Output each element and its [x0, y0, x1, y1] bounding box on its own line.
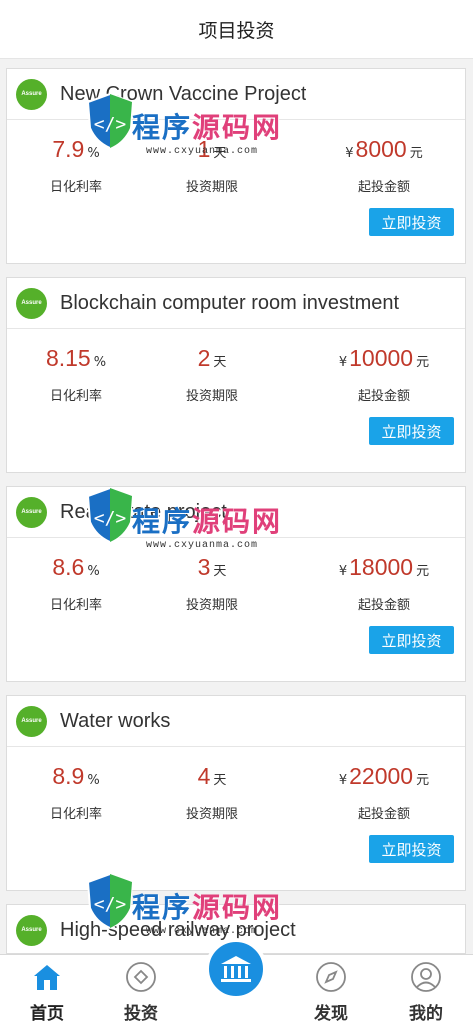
- rate-label: 日化利率: [49, 598, 102, 613]
- project-card-header: Assure Blockchain computer room investme…: [7, 278, 465, 329]
- amount-value: 10000: [349, 345, 414, 371]
- term-label: 投资期限: [185, 389, 238, 404]
- invest-now-button[interactable]: 立即投资: [369, 417, 454, 445]
- invest-now-button[interactable]: 立即投资: [369, 626, 454, 654]
- rate-label: 日化利率: [49, 389, 102, 404]
- amount-value: 8000: [355, 136, 407, 162]
- min-amount: ¥10000 元 起投金额: [309, 345, 459, 404]
- currency-symbol: ¥: [345, 146, 354, 161]
- amount-unit: 元: [416, 355, 430, 370]
- project-card-header: Assure Real estate project: [7, 487, 465, 538]
- currency-symbol: ¥: [338, 773, 348, 788]
- project-card[interactable]: Assure New Crown Vaccine Project 7.9% 日化…: [6, 68, 466, 264]
- amount-label: 起投金额: [357, 389, 410, 404]
- page-title: 项目投资: [198, 19, 275, 42]
- daily-rate: 8.6% 日化利率: [1, 554, 151, 613]
- tab-mine-label: 我的: [409, 1004, 443, 1024]
- tab-discover[interactable]: 发现: [284, 955, 378, 1025]
- amount-value: 22000: [349, 763, 414, 789]
- invest-term: 3天 投资期限: [137, 554, 287, 613]
- rate-unit: %: [87, 564, 100, 579]
- min-amount: ¥18000 元 起投金额: [309, 554, 459, 613]
- amount-value: 18000: [349, 554, 414, 580]
- compass-icon: [316, 962, 346, 992]
- term-value: 3: [197, 554, 211, 580]
- user-icon: [411, 962, 441, 992]
- term-unit: 天: [213, 564, 227, 579]
- tab-discover-label: 发现: [314, 1004, 348, 1024]
- rate-label: 日化利率: [49, 807, 102, 822]
- amount-unit: 元: [416, 564, 430, 579]
- home-icon: [34, 965, 60, 990]
- invest-term: 2天 投资期限: [137, 345, 287, 404]
- term-unit: 天: [213, 773, 227, 788]
- amount-label: 起投金额: [357, 598, 410, 613]
- invest-now-button[interactable]: 立即投资: [369, 208, 454, 236]
- center-bank-button[interactable]: [205, 938, 267, 1000]
- rate-value: 8.15: [45, 345, 91, 371]
- term-label: 投资期限: [185, 598, 238, 613]
- bank-icon: [221, 956, 251, 982]
- tab-home[interactable]: 首页: [0, 955, 94, 1025]
- diamond-circle-icon: [126, 962, 156, 992]
- term-unit: 天: [213, 355, 227, 370]
- currency-symbol: ¥: [338, 564, 348, 579]
- amount-label: 起投金额: [357, 180, 410, 195]
- term-value: 2: [197, 345, 211, 371]
- project-card[interactable]: Assure Water works 8.9% 日化利率 4天 投资期限 ¥22…: [6, 695, 466, 891]
- rate-unit: %: [87, 773, 100, 788]
- term-label: 投资期限: [185, 180, 238, 195]
- rate-value: 8.6: [52, 554, 85, 580]
- project-name: Water works: [60, 709, 171, 732]
- rate-value: 8.9: [52, 763, 85, 789]
- rate-unit: %: [93, 355, 107, 370]
- rate-value: 7.9: [52, 136, 85, 162]
- invest-now-button[interactable]: 立即投资: [369, 835, 454, 863]
- currency-symbol: ¥: [338, 355, 348, 370]
- rate-label: 日化利率: [49, 180, 102, 195]
- daily-rate: 8.15% 日化利率: [1, 345, 151, 404]
- assure-badge-icon: Assure: [16, 496, 47, 528]
- assure-badge-icon: Assure: [16, 287, 47, 319]
- tab-invest[interactable]: 投资: [94, 955, 188, 1025]
- tab-home-label: 首页: [30, 1004, 64, 1024]
- project-card[interactable]: Assure Blockchain computer room investme…: [6, 277, 466, 473]
- assure-badge-icon: Assure: [16, 78, 47, 110]
- tab-mine[interactable]: 我的: [379, 955, 473, 1025]
- term-unit: 天: [213, 146, 227, 161]
- project-name: Real estate project: [60, 500, 227, 523]
- project-name: High-speed railway project: [60, 918, 296, 941]
- amount-unit: 元: [416, 773, 430, 788]
- assure-badge-icon: Assure: [16, 914, 47, 946]
- term-value: 1: [197, 136, 211, 162]
- project-card-header: Assure New Crown Vaccine Project: [7, 69, 465, 120]
- project-card[interactable]: Assure Real estate project 8.6% 日化利率 3天 …: [6, 486, 466, 682]
- project-name: New Crown Vaccine Project: [60, 82, 307, 105]
- min-amount: ¥8000 元 起投金额: [309, 136, 459, 195]
- project-name: Blockchain computer room investment: [60, 291, 400, 314]
- amount-unit: 元: [409, 146, 423, 161]
- tab-invest-label: 投资: [124, 1004, 158, 1024]
- amount-label: 起投金额: [357, 807, 410, 822]
- invest-term: 1天 投资期限: [137, 136, 287, 195]
- daily-rate: 7.9% 日化利率: [1, 136, 151, 195]
- term-label: 投资期限: [185, 807, 238, 822]
- invest-term: 4天 投资期限: [137, 763, 287, 822]
- min-amount: ¥22000 元 起投金额: [309, 763, 459, 822]
- term-value: 4: [197, 763, 211, 789]
- page-header: 项目投资: [0, 0, 473, 59]
- rate-unit: %: [87, 146, 100, 161]
- daily-rate: 8.9% 日化利率: [1, 763, 151, 822]
- project-card-header: Assure Water works: [7, 696, 465, 747]
- assure-badge-icon: Assure: [16, 705, 47, 737]
